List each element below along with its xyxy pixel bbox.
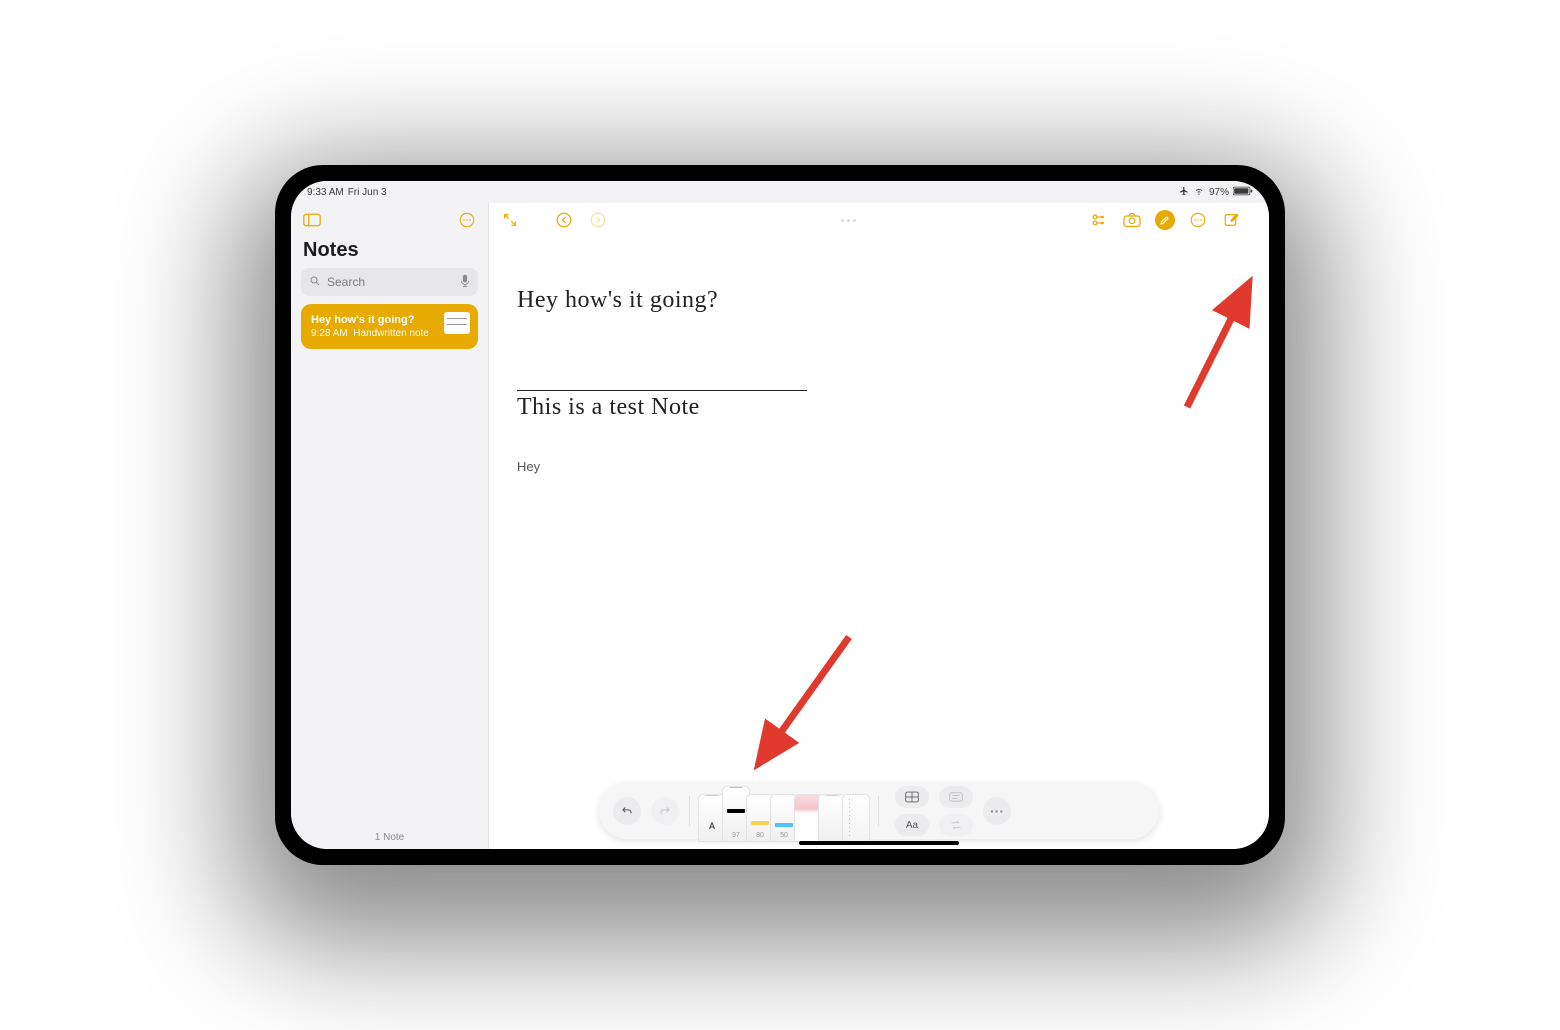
share-button[interactable] (1087, 209, 1109, 231)
search-placeholder: Search (327, 275, 365, 289)
ipad-frame: 9:33 AM Fri Jun 3 97% (275, 165, 1285, 865)
sidebar-footer-count: 1 Note (291, 824, 488, 849)
home-indicator[interactable] (799, 841, 959, 845)
editor-toolbar (489, 203, 1269, 237)
more-button[interactable] (1187, 209, 1209, 231)
note-subtitle: Handwritten note (353, 328, 429, 339)
annotation-arrow-top (1177, 297, 1257, 422)
text-format-button[interactable]: Aa (895, 814, 929, 836)
table-button[interactable] (895, 786, 929, 808)
status-time: 9:33 AM (307, 187, 344, 198)
editor-pane: Hey how's it going? This is a test Note … (489, 203, 1269, 849)
sidebar: Notes Search Hey how's it going? 9:28 AM (291, 203, 489, 849)
fullscreen-button[interactable] (499, 209, 521, 231)
camera-button[interactable] (1121, 209, 1143, 231)
handwriting-line-2: This is a test Note (517, 394, 700, 421)
palette-more-button[interactable]: ··· (983, 797, 1011, 825)
note-canvas[interactable]: Hey how's it going? This is a test Note … (489, 237, 1269, 849)
grab-handle-icon[interactable] (841, 219, 856, 222)
dictate-icon[interactable] (460, 274, 470, 291)
compose-button[interactable] (1221, 209, 1243, 231)
annotation-arrow-bottom (759, 627, 869, 762)
tools-group: A 97 80 50 (700, 788, 868, 842)
redo-button[interactable] (587, 209, 609, 231)
undo-button[interactable] (553, 209, 575, 231)
status-bar: 9:33 AM Fri Jun 3 97% (291, 181, 1269, 203)
sidebar-more-button[interactable] (456, 209, 478, 231)
wifi-icon (1193, 186, 1205, 199)
typed-text: Hey (517, 459, 1245, 474)
airplane-icon (1179, 186, 1189, 199)
handwriting-line-1: Hey how's it going? (517, 287, 1245, 314)
screen: 9:33 AM Fri Jun 3 97% (291, 181, 1269, 849)
palette-redo-button[interactable] (651, 797, 679, 825)
search-input[interactable]: Search (301, 268, 478, 296)
note-time: 9:28 AM (311, 328, 348, 339)
markup-palette[interactable]: A 97 80 50 (599, 783, 1159, 839)
battery-icon (1233, 186, 1253, 199)
note-list-item[interactable]: Hey how's it going? 9:28 AM Handwritten … (301, 304, 478, 349)
ruler-tool[interactable] (842, 794, 870, 842)
status-date: Fri Jun 3 (348, 187, 387, 198)
markup-button[interactable] (1155, 210, 1175, 230)
sidebar-toggle-button[interactable] (301, 209, 323, 231)
sidebar-title: Notes (291, 237, 488, 268)
battery-percent: 97% (1209, 187, 1229, 198)
auto-convert-button[interactable] (939, 814, 973, 836)
search-icon (309, 275, 321, 290)
palette-undo-button[interactable] (613, 797, 641, 825)
text-box-button[interactable] (939, 786, 973, 808)
